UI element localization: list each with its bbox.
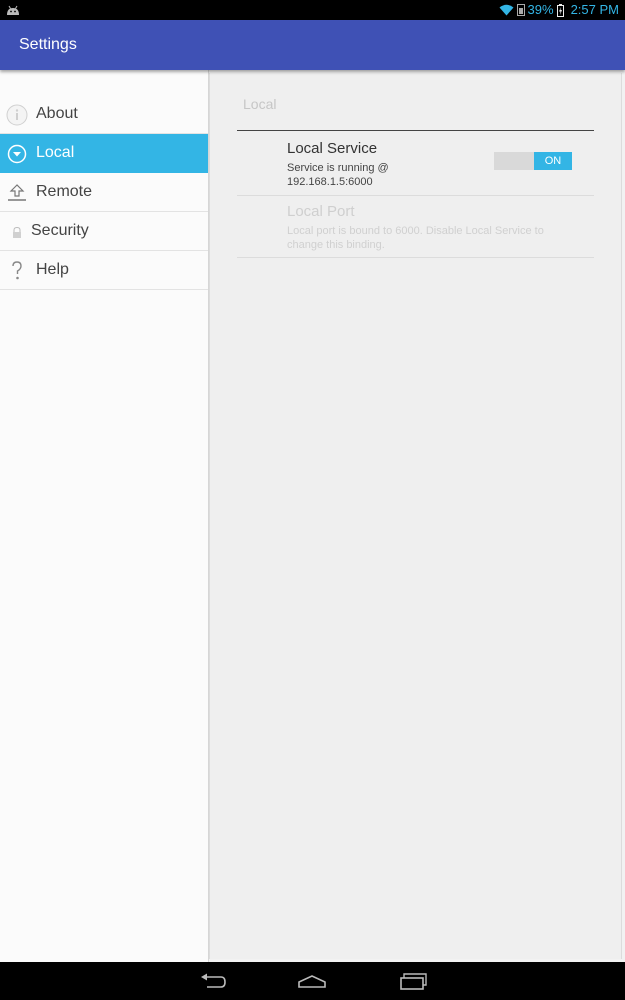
sidebar-item-label: About bbox=[36, 105, 78, 122]
sidebar-item-about[interactable]: About bbox=[0, 95, 208, 134]
pref-title: Local Port bbox=[287, 203, 355, 220]
home-icon[interactable] bbox=[292, 967, 332, 995]
battery-percentage: 39% bbox=[527, 2, 554, 17]
info-icon bbox=[6, 104, 28, 126]
sidebar-item-security[interactable]: Security bbox=[0, 212, 208, 251]
wifi-icon bbox=[499, 4, 514, 16]
sidebar-item-label: Remote bbox=[36, 183, 93, 200]
pref-summary: Local port is bound to 6000. Disable Loc… bbox=[287, 225, 544, 251]
toggle-on-label: ON bbox=[534, 152, 572, 170]
settings-sidebar: About Local Remote Security Help bbox=[0, 70, 209, 962]
sidebar-item-label: Help bbox=[36, 261, 69, 278]
battery-icon bbox=[556, 3, 564, 17]
clock: 2:57 PM bbox=[570, 2, 619, 17]
upload-icon bbox=[6, 182, 28, 204]
sidebar-item-label: Security bbox=[31, 222, 89, 239]
recents-icon[interactable] bbox=[393, 967, 433, 995]
signal-icon bbox=[516, 4, 525, 16]
sidebar-item-remote[interactable]: Remote bbox=[0, 173, 208, 212]
settings-detail-panel: Local Local Service Service is running @… bbox=[209, 73, 622, 959]
question-icon bbox=[6, 260, 28, 282]
pref-divider bbox=[237, 195, 594, 196]
android-icon bbox=[6, 4, 20, 15]
action-bar: Settings bbox=[0, 20, 625, 70]
navigation-bar bbox=[0, 962, 625, 1000]
back-icon[interactable] bbox=[193, 967, 233, 995]
pref-local-port: Local Port Local port is bound to 6000. … bbox=[237, 203, 594, 258]
pref-divider bbox=[237, 257, 594, 258]
sidebar-item-help[interactable]: Help bbox=[0, 251, 208, 290]
settings-content: About Local Remote Security Help Local L… bbox=[0, 70, 625, 962]
lock-icon bbox=[6, 221, 28, 243]
app-title: Settings bbox=[19, 36, 77, 53]
download-circle-icon bbox=[6, 143, 28, 165]
sidebar-item-local[interactable]: Local bbox=[0, 134, 208, 173]
pref-local-service[interactable]: Local Service Service is running @ 192.1… bbox=[237, 140, 594, 196]
local-service-toggle[interactable]: ON bbox=[494, 152, 572, 170]
category-title: Local bbox=[243, 96, 277, 112]
pref-title: Local Service bbox=[287, 140, 378, 157]
category-divider bbox=[237, 130, 594, 131]
sidebar-item-label: Local bbox=[36, 144, 75, 161]
sidebar-list: About Local Remote Security Help bbox=[0, 95, 208, 290]
status-bar: 39% 2:57 PM bbox=[0, 0, 625, 20]
